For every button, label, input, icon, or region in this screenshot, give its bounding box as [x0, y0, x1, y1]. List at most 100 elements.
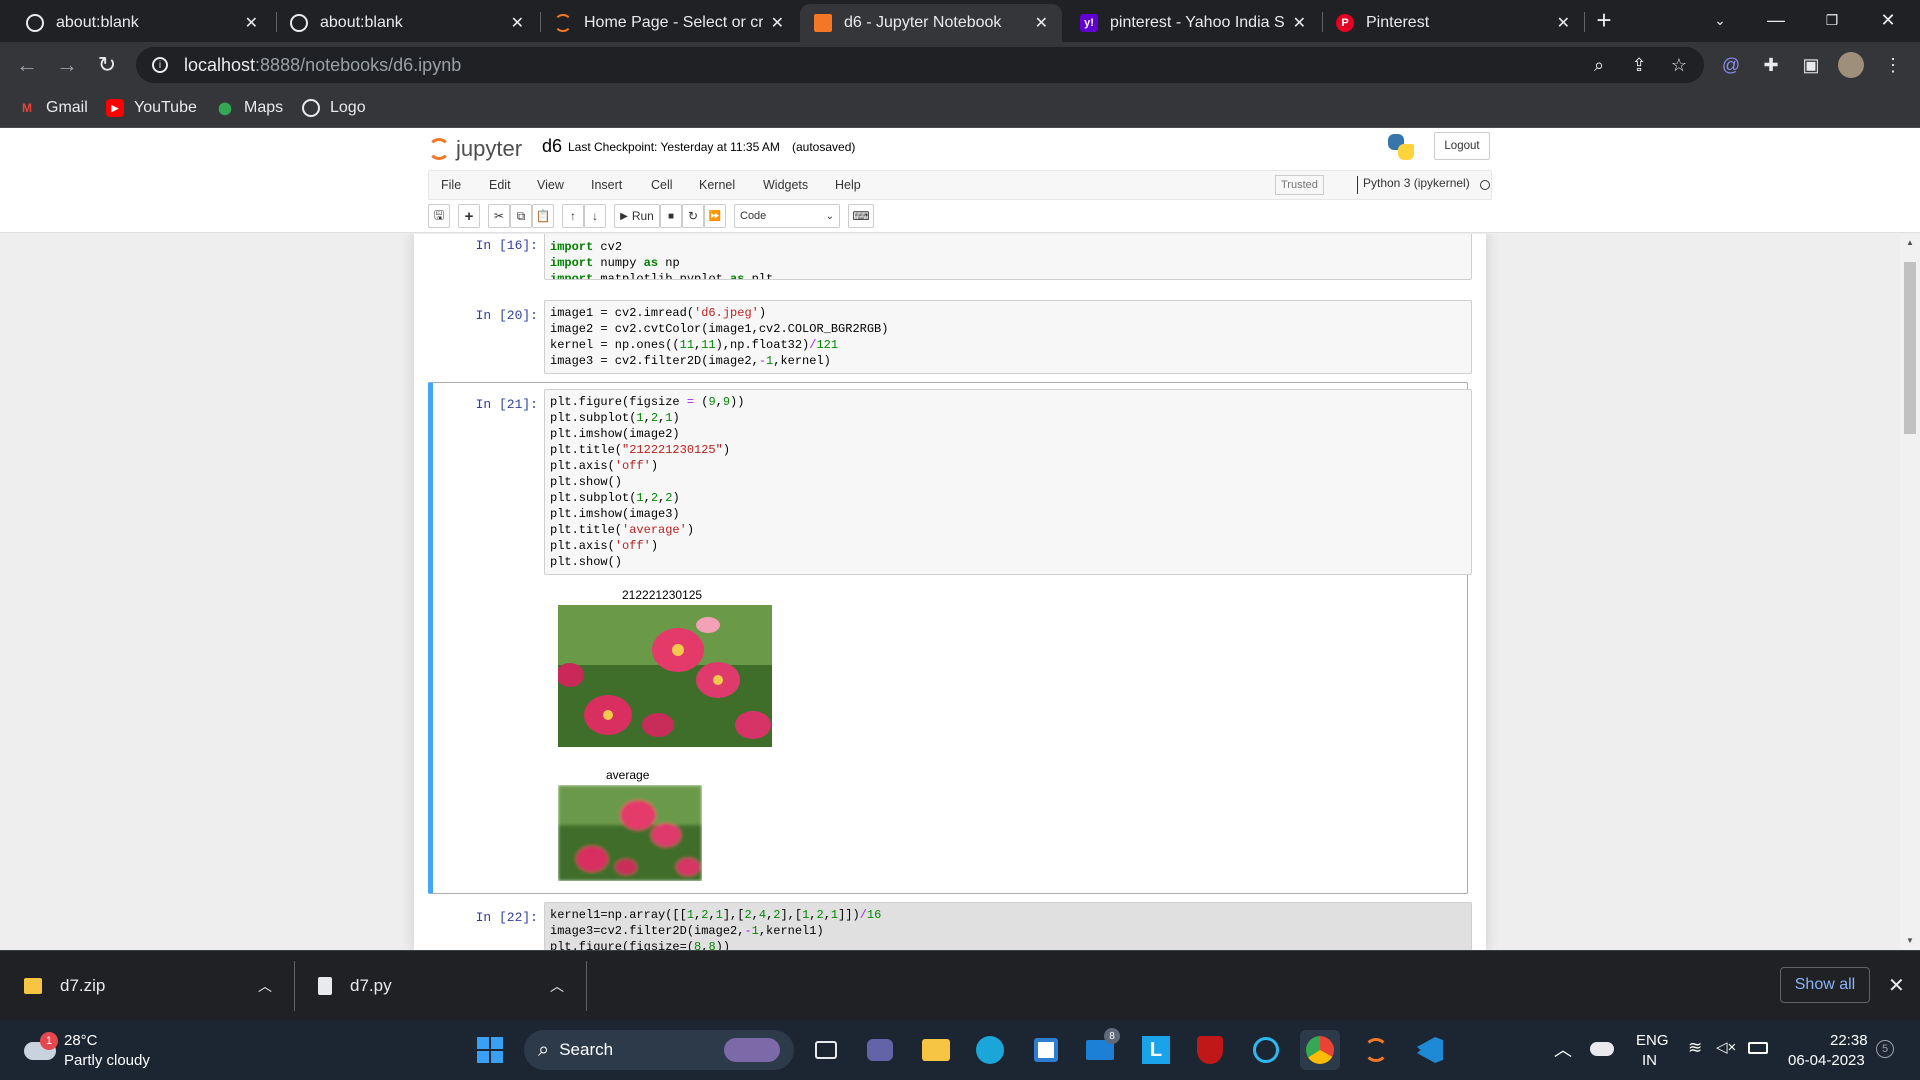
- menu-cell[interactable]: Cell: [651, 178, 673, 192]
- code-cell[interactable]: In [20]: image1 = cv2.imread('d6.jpeg') …: [428, 300, 1472, 374]
- cell-type-select[interactable]: Code ⌄: [734, 204, 840, 228]
- file-explorer-icon[interactable]: [916, 1030, 956, 1070]
- restart-run-all-icon[interactable]: ⏩: [704, 204, 726, 228]
- menu-edit[interactable]: Edit: [489, 178, 511, 192]
- download-item-2[interactable]: d7.py ︿: [318, 951, 568, 1021]
- ms-store-icon[interactable]: [1026, 1030, 1066, 1070]
- show-all-button[interactable]: Show all: [1780, 967, 1870, 1003]
- browser-tab-3[interactable]: Home Page - Select or crea ✕: [540, 4, 798, 42]
- windows-start-icon[interactable]: [470, 1030, 510, 1070]
- launcher-l-icon[interactable]: L: [1136, 1030, 1176, 1070]
- chevron-up-icon[interactable]: ︿: [550, 976, 564, 996]
- language-line2[interactable]: IN: [1642, 1052, 1657, 1069]
- close-tab-icon[interactable]: ✕: [771, 13, 784, 33]
- site-info-icon[interactable]: i: [152, 57, 168, 73]
- restore-button[interactable]: ❐: [1804, 0, 1860, 40]
- forward-arrow-icon[interactable]: →: [52, 50, 82, 80]
- command-palette-keyboard-icon[interactable]: ⌨: [848, 204, 874, 228]
- code-cell[interactable]: In [16]: import cv2 import numpy as np i…: [428, 234, 1472, 284]
- task-view-icon[interactable]: [806, 1030, 846, 1070]
- chrome-icon[interactable]: [1300, 1030, 1340, 1070]
- browser-tab-2[interactable]: about:blank ✕: [276, 4, 538, 42]
- chevron-up-icon[interactable]: ︿: [258, 976, 272, 996]
- restart-icon[interactable]: ↻: [682, 204, 704, 228]
- page-scrollbar[interactable]: ▲ ▼: [1900, 234, 1920, 950]
- onedrive-cloud-icon[interactable]: [1590, 1042, 1614, 1056]
- code-cell-selected[interactable]: In [21]: plt.figure(figsize = (9,9)) plt…: [428, 389, 1472, 889]
- close-tab-icon[interactable]: ✕: [511, 13, 524, 33]
- battery-icon[interactable]: [1748, 1042, 1768, 1054]
- weather-widget[interactable]: 1: [22, 1032, 58, 1068]
- speaker-muted-icon[interactable]: ◁×: [1716, 1038, 1736, 1056]
- scrollbar-thumb[interactable]: [1904, 262, 1916, 434]
- scroll-up-icon[interactable]: ▲: [1906, 238, 1914, 247]
- move-up-icon[interactable]: ↑: [562, 204, 584, 228]
- close-tab-icon[interactable]: ✕: [1557, 13, 1570, 33]
- tab-search-chevron-icon[interactable]: ⌄: [1692, 0, 1748, 40]
- close-tab-icon[interactable]: ✕: [1293, 13, 1306, 33]
- extension-at-icon[interactable]: @: [1718, 52, 1744, 78]
- logout-button[interactable]: Logout: [1434, 132, 1490, 160]
- language-line1[interactable]: ENG: [1636, 1032, 1669, 1049]
- move-down-icon[interactable]: ↓: [584, 204, 606, 228]
- insert-cell-plus-icon[interactable]: +: [458, 204, 480, 228]
- edge-browser-icon[interactable]: [970, 1030, 1010, 1070]
- browser-tab-1[interactable]: about:blank ✕: [12, 4, 272, 42]
- teams-chat-icon[interactable]: [860, 1030, 900, 1070]
- clock-date[interactable]: 06-04-2023: [1788, 1052, 1865, 1069]
- menu-widgets[interactable]: Widgets: [763, 178, 808, 192]
- copy-icon[interactable]: ⧉: [510, 204, 532, 228]
- jupyter-logo[interactable]: jupyter: [428, 136, 522, 162]
- cortana-ring-icon[interactable]: [1246, 1030, 1286, 1070]
- share-icon[interactable]: ⇪: [1626, 52, 1652, 78]
- side-panel-icon[interactable]: ▣: [1798, 52, 1824, 78]
- profile-avatar[interactable]: [1838, 52, 1864, 78]
- bookmark-maps[interactable]: ⬤ Maps: [216, 96, 283, 120]
- close-downloads-icon[interactable]: ✕: [1888, 973, 1905, 998]
- wifi-icon[interactable]: ≋: [1688, 1038, 1702, 1058]
- save-icon[interactable]: 🖫: [428, 204, 450, 228]
- scroll-down-icon[interactable]: ▼: [1906, 936, 1914, 945]
- code-input[interactable]: plt.figure(figsize = (9,9)) plt.subplot(…: [544, 389, 1472, 575]
- close-tab-icon[interactable]: ✕: [245, 13, 258, 33]
- code-input[interactable]: kernel1=np.array([[1,2,1],[2,4,2],[1,2,1…: [544, 902, 1472, 950]
- bookmark-gmail[interactable]: M Gmail: [18, 96, 88, 120]
- download-item-1[interactable]: d7.zip ︿: [24, 951, 274, 1021]
- mcafee-shield-icon[interactable]: [1190, 1030, 1230, 1070]
- menu-view[interactable]: View: [537, 178, 564, 192]
- browser-tab-5[interactable]: y! pinterest - Yahoo India Sea ✕: [1066, 4, 1320, 42]
- interrupt-stop-icon[interactable]: ■: [660, 204, 682, 228]
- code-input[interactable]: import cv2 import numpy as np import mat…: [544, 234, 1472, 280]
- run-button[interactable]: ▶ Run: [614, 204, 660, 228]
- browser-tab-6[interactable]: P Pinterest ✕: [1322, 4, 1584, 42]
- menu-kebab-icon[interactable]: ⋮: [1880, 52, 1906, 78]
- clock-time[interactable]: 22:38: [1830, 1032, 1868, 1049]
- back-arrow-icon[interactable]: ←: [12, 50, 42, 80]
- minimize-button[interactable]: —: [1748, 0, 1804, 40]
- new-tab-button[interactable]: +: [1584, 0, 1624, 40]
- close-tab-icon[interactable]: ✕: [1035, 13, 1048, 33]
- mail-icon[interactable]: 8: [1080, 1028, 1120, 1070]
- menu-kernel[interactable]: Kernel: [699, 178, 735, 192]
- jupyter-app-icon[interactable]: [1356, 1030, 1396, 1070]
- bookmark-youtube[interactable]: ▶ YouTube: [106, 96, 197, 120]
- trusted-badge[interactable]: Trusted: [1275, 175, 1324, 195]
- menu-help[interactable]: Help: [835, 178, 861, 192]
- reload-icon[interactable]: ↻: [92, 50, 122, 80]
- notebook-name[interactable]: d6: [542, 136, 562, 157]
- notification-count-badge[interactable]: 5: [1876, 1040, 1894, 1058]
- bookmark-star-icon[interactable]: ☆: [1666, 52, 1692, 78]
- code-cell[interactable]: In [22]: kernel1=np.array([[1,2,1],[2,4,…: [428, 902, 1472, 950]
- paste-icon[interactable]: 📋: [532, 204, 554, 228]
- extensions-puzzle-icon[interactable]: ✚: [1758, 52, 1784, 78]
- close-window-button[interactable]: ✕: [1860, 0, 1916, 40]
- menu-file[interactable]: File: [441, 178, 461, 192]
- taskbar-search[interactable]: ⌕ Search: [524, 1030, 794, 1070]
- menu-insert[interactable]: Insert: [591, 178, 622, 192]
- cut-icon[interactable]: ✂: [488, 204, 510, 228]
- bookmark-logo[interactable]: Logo: [302, 96, 366, 120]
- address-bar[interactable]: i localhost:8888/notebooks/d6.ipynb ⌕ ⇪ …: [136, 47, 1704, 83]
- vscode-icon[interactable]: [1410, 1030, 1450, 1070]
- browser-tab-4-active[interactable]: d6 - Jupyter Notebook ✕: [800, 4, 1062, 42]
- show-hidden-icons-chevron[interactable]: ︿: [1554, 1036, 1572, 1062]
